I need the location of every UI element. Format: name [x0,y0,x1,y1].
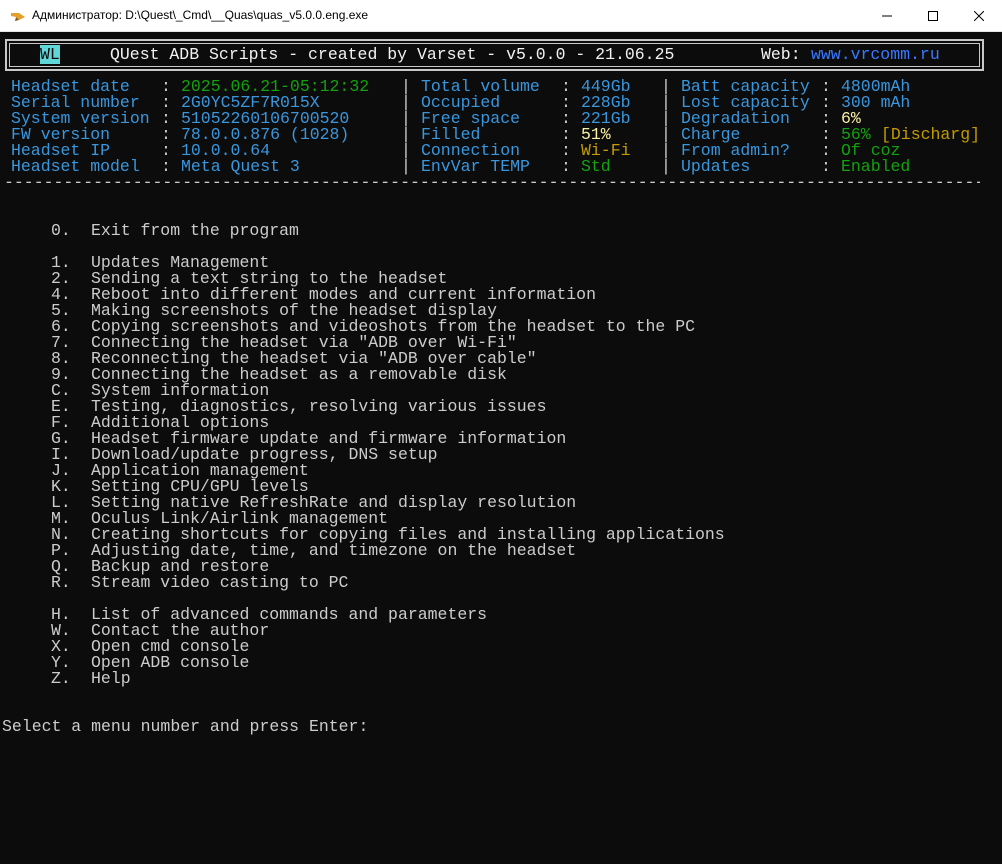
menu-item-label[interactable]: Help [91,670,131,687]
menu-item-key[interactable]: R. [51,574,71,591]
info-colon: : [161,157,171,176]
info-colon: : [821,157,831,176]
title-bar: Администратор: D:\Quest\_Cmd\__Quas\quas… [0,0,1002,32]
banner-text: QUest ADB Scripts - created by Varset - … [110,45,675,64]
column-separator: | [661,157,671,176]
close-icon [974,11,984,21]
console-output[interactable]: WL QUest ADB Scripts - created by Varset… [0,32,1002,864]
info-label-headset-model: Headset model [11,157,140,176]
minimize-icon [882,15,892,17]
banner-tag: WL [40,45,60,64]
info-colon: : [561,157,571,176]
banner-web-link[interactable]: www.vrcomm.ru [811,46,940,63]
info-value-headset-model: Meta Quest 3 [181,157,300,176]
info-label-updates: Updates [681,157,751,176]
close-button[interactable] [956,0,1002,32]
info-label-envvar-temp: EnvVar TEMP [421,157,530,176]
maximize-icon [928,11,938,21]
info-separator-line: ----------------------------------------… [4,175,980,191]
menu-item-key[interactable]: Z. [51,670,71,687]
banner-web-label: Web: [761,45,801,64]
menu-item-key[interactable]: 0. [51,222,71,239]
input-prompt[interactable]: Select a menu number and press Enter: [2,717,369,736]
maximize-button[interactable] [910,0,956,32]
menu-item-label[interactable]: Exit from the program [91,222,299,239]
menu-item-label[interactable]: Stream video casting to PC [91,574,348,591]
column-separator: | [401,157,411,176]
window-title: Администратор: D:\Quest\_Cmd\__Quas\quas… [32,8,369,22]
info-value-envvar-temp: Std [581,157,611,176]
info-value-updates: Enabled [841,157,911,176]
minimize-button[interactable] [864,0,910,32]
app-icon [10,8,26,24]
input-prompt-text: Select a menu number and press Enter: [2,717,369,736]
